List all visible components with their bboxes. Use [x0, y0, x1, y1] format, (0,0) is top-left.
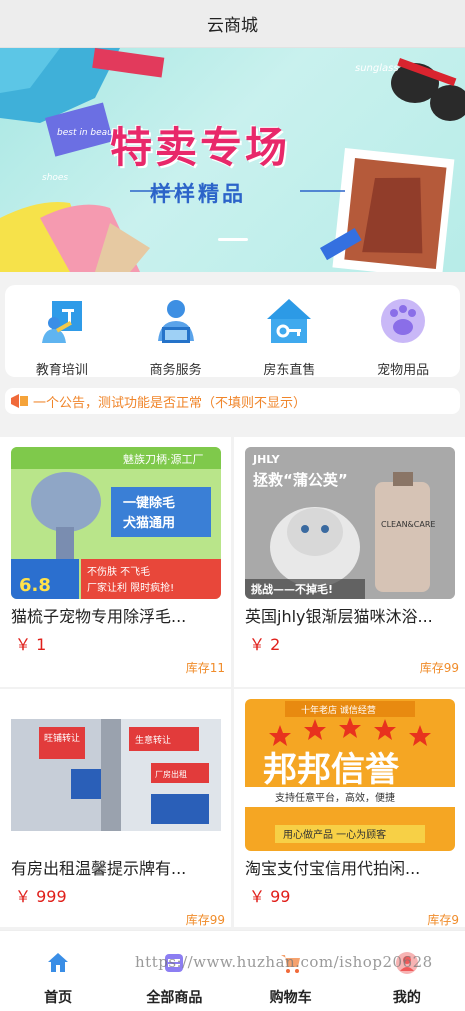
paw-icon	[379, 297, 427, 345]
product-price: ￥ 999	[15, 887, 67, 906]
product-image-caption: 厂家让利 限时疯抢!	[87, 581, 174, 594]
business-person-icon	[152, 297, 200, 345]
product-image: JHLY 拯救“蒲公英” CLEAN&CARE 挑战——不掉毛!	[245, 447, 455, 599]
product-image-caption: JHLY	[252, 453, 281, 466]
category-business[interactable]: 商务服务	[126, 297, 226, 378]
product-image-caption: 生意转让	[135, 734, 171, 746]
category-pet[interactable]: 宠物用品	[353, 297, 453, 378]
user-icon	[395, 951, 419, 975]
category-label: 宠物用品	[377, 363, 430, 378]
product-name: 猫梳子宠物专用除浮毛...	[11, 607, 187, 626]
product-image-caption: 不伤肤 不飞毛	[87, 565, 150, 578]
banner-subheadline: 样样精品	[150, 182, 246, 206]
product-image-caption: 邦邦信誉	[263, 750, 400, 790]
product-price: ￥ 99	[249, 887, 291, 906]
product-image-caption: 支持任意平台，高效，便捷	[275, 791, 395, 804]
product-image-caption: 犬猫通用	[123, 515, 175, 531]
product-card[interactable]: 旺铺转让 生意转让 厂房出租 有房出租温馨提示牌有... ￥ 999 库存99	[0, 689, 231, 927]
home-icon	[46, 951, 70, 975]
app-page: 云商城 best in beauty shoes sunglass 特卖专场 样…	[0, 0, 465, 1011]
product-card[interactable]: 魅族刀柄·源工厂 一键除毛 犬猫通用 不伤肤 不飞毛 厂家让利 限时疯抢! 6.…	[0, 437, 231, 687]
product-image-caption: 挑战——不掉毛!	[251, 582, 333, 596]
banner-headline: 特卖专场	[110, 123, 291, 172]
product-image-caption: 一键除毛	[123, 495, 175, 511]
tab-label: 首页	[44, 990, 73, 1006]
promo-banner[interactable]: best in beauty shoes sunglass 特卖专场 样样精品	[0, 48, 465, 272]
category-landlord[interactable]: 房东直售	[239, 297, 339, 378]
product-image-caption: CLEAN&CARE	[381, 520, 435, 529]
tab-label: 购物车	[269, 990, 312, 1006]
top-header: 云商城	[0, 0, 465, 48]
tab-profile[interactable]: 我的	[349, 931, 465, 1011]
product-image-caption: 厂房出租	[155, 769, 187, 779]
product-stock: 库存99	[419, 661, 459, 675]
product-image: 旺铺转让 生意转让 厂房出租	[11, 699, 221, 851]
product-image-caption: 魅族刀柄·源工厂	[123, 452, 204, 466]
page-title: 云商城	[207, 16, 258, 36]
cart-icon	[279, 951, 303, 975]
tab-cart[interactable]: 购物车	[233, 931, 349, 1011]
product-image-caption: 十年老店 诚信经营	[301, 704, 376, 716]
product-stock: 库存11	[185, 661, 225, 675]
category-label: 教育培训	[35, 363, 88, 378]
product-image-caption: 旺铺转让	[44, 732, 80, 744]
product-card[interactable]: 十年老店 诚信经营 邦邦信誉 支持任意平台，高效，便捷 用心做产品 一心为顾客	[234, 689, 465, 927]
banner-tag-sunglass: sunglass	[355, 63, 399, 74]
product-price: ￥ 2	[249, 635, 281, 654]
product-image-caption: 拯救“蒲公英”	[253, 471, 348, 489]
category-label: 房东直售	[263, 363, 316, 378]
category-label: 商务服务	[149, 363, 202, 378]
announcement-icon	[11, 394, 28, 408]
product-card[interactable]: JHLY 拯救“蒲公英” CLEAN&CARE 挑战——不掉毛! 英国jhly银…	[234, 437, 465, 687]
product-price: ￥ 1	[15, 635, 47, 654]
banner-pagination-dot[interactable]	[218, 238, 248, 241]
banner-tag-shoes: shoes	[42, 173, 69, 183]
notice-text: 一个公告，测试功能是否正常（不填则不显示）	[33, 395, 307, 411]
product-image-caption: 6.8	[19, 575, 51, 596]
product-stock: 库存99	[185, 913, 225, 927]
product-stock: 库存9	[427, 913, 459, 927]
education-icon	[38, 297, 86, 345]
product-name: 有房出租温馨提示牌有...	[11, 859, 187, 878]
product-image: 十年老店 诚信经营 邦邦信誉 支持任意平台，高效，便捷 用心做产品 一心为顾客	[245, 699, 455, 851]
product-name: 英国jhly银渐层猫咪沐浴...	[245, 607, 433, 626]
product-name: 淘宝支付宝信用代拍闲...	[245, 859, 421, 878]
product-grid: 魅族刀柄·源工厂 一键除毛 犬猫通用 不伤肤 不飞毛 厂家让利 限时疯抢! 6.…	[0, 437, 465, 927]
product-image: 魅族刀柄·源工厂 一键除毛 犬猫通用 不伤肤 不飞毛 厂家让利 限时疯抢! 6.…	[11, 447, 221, 599]
tab-home[interactable]: 首页	[0, 931, 116, 1011]
product-image-caption: 用心做产品 一心为顾客	[283, 828, 386, 841]
house-key-icon	[265, 297, 313, 345]
tab-label: 全部商品	[146, 990, 203, 1006]
grid-icon	[162, 951, 186, 975]
category-menu: 教育培训 商务服务 房东直售 宠物用品	[5, 285, 460, 378]
category-education[interactable]: 教育培训	[12, 297, 112, 378]
notice-bar[interactable]: 一个公告，测试功能是否正常（不填则不显示）	[5, 388, 460, 414]
tab-label: 我的	[392, 990, 421, 1006]
tab-all-products[interactable]: 全部商品	[116, 931, 232, 1011]
bottom-tab-bar: 首页 全部商品 购物车 我的	[0, 930, 465, 1011]
